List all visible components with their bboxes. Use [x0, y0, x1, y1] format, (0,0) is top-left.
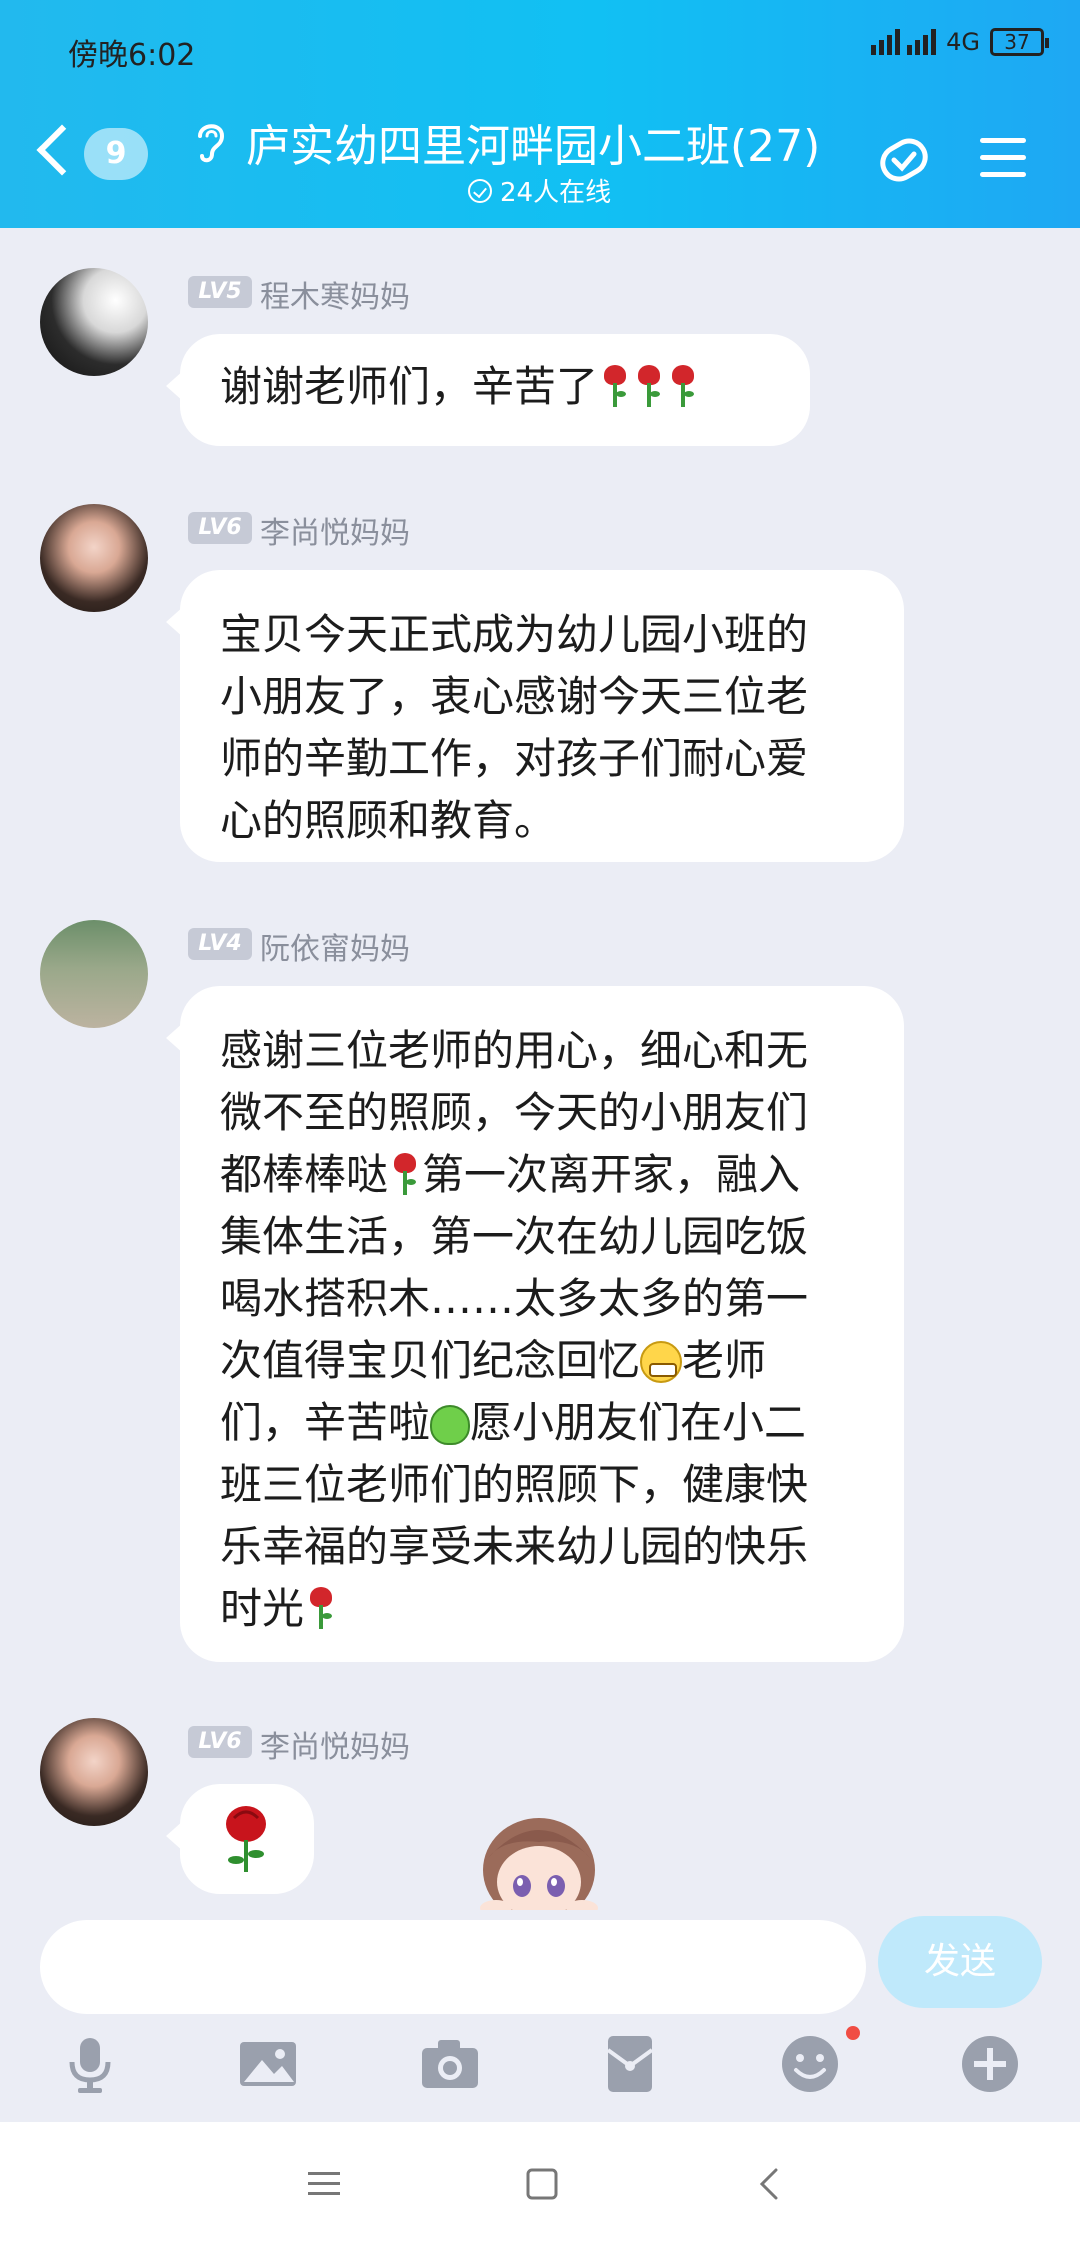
home-nav-icon[interactable] — [518, 2160, 566, 2208]
message-line: 喝水搭积木……太多太多的第一 — [220, 1274, 809, 1323]
microphone-icon[interactable] — [58, 2032, 122, 2096]
message-line: 小朋友了，衷心感谢今天三位老 — [220, 672, 809, 721]
avatar[interactable] — [40, 1718, 148, 1826]
input-toolbar — [0, 2032, 1080, 2104]
message-text: 们，辛苦啦 — [220, 1398, 431, 1447]
message-text: 第一次离开家，融入 — [422, 1150, 801, 1199]
message-line: 乐幸福的享受未来幼儿园的快乐 — [220, 1522, 809, 1571]
level-badge: LV5 — [188, 276, 252, 308]
message-bubble[interactable]: 宝贝今天正式成为幼儿园小班的 小朋友了，衷心感谢今天三位老 师的辛勤工作，对孩子… — [166, 570, 904, 862]
online-count: 24人在线 — [500, 178, 612, 208]
message-line: 宝贝今天正式成为幼儿园小班的 — [220, 610, 809, 659]
level-badge: LV6 — [188, 512, 252, 544]
system-nav-bar — [0, 2122, 1080, 2248]
message-input[interactable] — [40, 1920, 866, 2014]
message-bubble[interactable] — [166, 1784, 314, 1894]
status-bar: 傍晚6:02 4G 37 — [0, 0, 1080, 96]
rose-emoji-icon — [668, 361, 698, 409]
message-line: 都棒棒哒 第一次离开家，融入 — [220, 1144, 864, 1206]
message-text: 谢谢老师们，辛苦了 — [220, 362, 599, 411]
sender-name: 程木寒妈妈 — [260, 280, 410, 315]
rose-emoji-icon — [600, 361, 630, 409]
send-button[interactable]: 发送 — [878, 1916, 1042, 2008]
network-type: 4G — [946, 28, 980, 56]
message-item: LV5 程木寒妈妈 谢谢老师们，辛苦了 — [0, 268, 1080, 448]
rose-sticker-icon — [226, 1806, 266, 1872]
online-status: 24人在线 — [468, 172, 611, 209]
level-badge: LV6 — [188, 1726, 252, 1758]
menu-nav-icon[interactable] — [300, 2160, 348, 2208]
image-icon[interactable] — [236, 2032, 300, 2096]
grin-emoji-icon — [640, 1341, 683, 1383]
sender-name: 李尚悦妈妈 — [260, 516, 410, 551]
notification-dot — [846, 2026, 860, 2040]
message-text: 老师 — [682, 1336, 767, 1385]
back-icon[interactable] — [36, 124, 88, 176]
signal-icon — [871, 29, 937, 55]
menu-icon[interactable] — [980, 138, 1026, 178]
message-text: 都棒棒哒 — [220, 1150, 389, 1199]
message-line: 集体生活，第一次在幼儿园吃饭 — [220, 1212, 809, 1261]
avatar[interactable] — [40, 920, 148, 1028]
rose-emoji-icon — [390, 1149, 420, 1197]
avatar[interactable] — [40, 268, 148, 376]
message-text: 愿小朋友们在小二 — [470, 1398, 807, 1447]
camera-icon[interactable] — [418, 2032, 482, 2096]
sender-name: 李尚悦妈妈 — [260, 1730, 410, 1765]
message-line: 次值得宝贝们纪念回忆 老师 — [220, 1330, 864, 1392]
emoji-icon[interactable] — [778, 2032, 842, 2096]
message-bubble[interactable]: 谢谢老师们，辛苦了 — [166, 334, 810, 446]
message-text: 次值得宝贝们纪念回忆 — [220, 1336, 641, 1385]
check-circle-icon — [468, 178, 492, 203]
message-line: 心的照顾和教育。 — [220, 796, 557, 845]
group-settings-icon[interactable] — [872, 128, 936, 192]
message-item: LV4 阮依甯妈妈 感谢三位老师的用心，细心和无 微不至的照顾，今天的小朋友们 … — [0, 920, 1080, 1666]
chat-header: 傍晚6:02 4G 37 9 庐实幼四里河畔园小二班(27) 24人在线 — [0, 0, 1080, 228]
sender-name: 阮依甯妈妈 — [260, 932, 410, 967]
input-area: 发送 — [0, 1910, 1080, 2122]
message-text: 时光 — [220, 1584, 305, 1633]
chat-title: 庐实幼四里河畔园小二班(27) — [246, 121, 821, 172]
message-line: 班三位老师们的照顾下，健康快 — [220, 1460, 809, 1509]
message-line: 感谢三位老师的用心，细心和无 — [220, 1026, 809, 1075]
unread-count-badge[interactable]: 9 — [84, 128, 148, 180]
message-line: 师的辛勤工作，对孩子们耐心爱 — [220, 734, 809, 783]
battery-icon: 37 — [990, 28, 1049, 56]
red-packet-icon[interactable] — [598, 2032, 662, 2096]
plus-icon[interactable] — [958, 2032, 1022, 2096]
message-item: LV6 李尚悦妈妈 宝贝今天正式成为幼儿园小班的 小朋友了，衷心感谢今天三位老 … — [0, 504, 1080, 864]
message-line: 时光 — [220, 1578, 864, 1640]
status-time: 傍晚6:02 — [68, 38, 196, 73]
level-badge: LV4 — [188, 928, 252, 960]
avatar[interactable] — [40, 504, 148, 612]
back-nav-icon[interactable] — [746, 2160, 794, 2208]
message-line: 们，辛苦啦 愿小朋友们在小二 — [220, 1392, 864, 1454]
earpiece-mode-icon[interactable] — [192, 118, 228, 166]
rose-emoji-icon — [306, 1583, 336, 1631]
message-bubble[interactable]: 感谢三位老师的用心，细心和无 微不至的照顾，今天的小朋友们 都棒棒哒 第一次离开家… — [166, 986, 904, 1662]
frog-emoji-icon — [430, 1405, 471, 1445]
message-line: 微不至的照顾，今天的小朋友们 — [220, 1088, 809, 1137]
rose-emoji-icon — [634, 361, 664, 409]
anime-mascot-icon[interactable] — [474, 1808, 604, 1912]
status-indicators: 4G 37 — [871, 28, 1049, 56]
